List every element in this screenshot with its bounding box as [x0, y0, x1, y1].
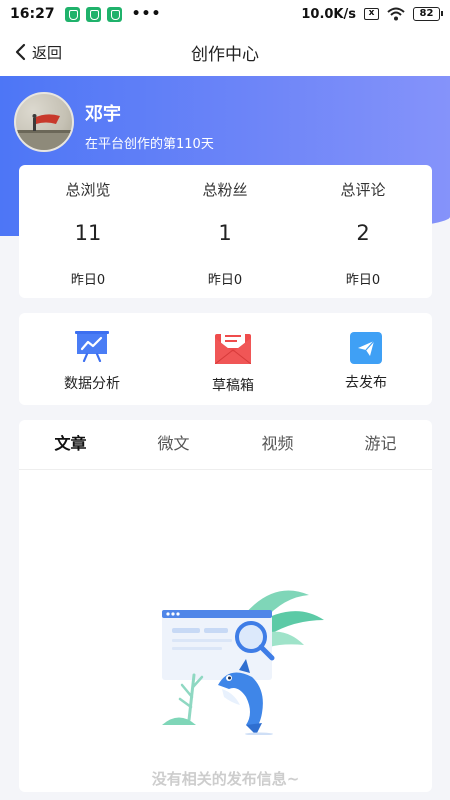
- empty-state-message: 没有相关的发布信息~: [151, 770, 300, 788]
- avatar[interactable]: [14, 92, 74, 152]
- network-speed: 10.0K/s: [301, 6, 356, 22]
- chart-board-icon: [75, 331, 109, 362]
- tab-videos[interactable]: 视频: [226, 430, 329, 454]
- shield-app-icon: [85, 6, 101, 22]
- tool-label: 数据分析: [64, 376, 120, 392]
- more-notifications-icon: •••: [131, 6, 162, 22]
- empty-state-illustration: [162, 590, 324, 735]
- stat-yesterday: 昨日0: [345, 273, 381, 288]
- user-name: 邓宇: [85, 104, 121, 125]
- content-card: 文章 微文 视频 游记 没有相关的发布信息~: [19, 420, 432, 792]
- tab-articles[interactable]: 文章: [19, 430, 122, 454]
- stat-yesterday: 昨日0: [207, 273, 243, 288]
- shield-app-icon: [64, 6, 80, 22]
- status-bar: 16:27 ••• 10.0K/s x 82: [0, 0, 450, 28]
- paper-plane-icon: [350, 332, 382, 364]
- drafts-button[interactable]: 草稿箱: [164, 313, 302, 405]
- stat-value: 2: [356, 221, 370, 245]
- shield-app-icon: [106, 6, 122, 22]
- tool-label: 去发布: [345, 375, 387, 391]
- stats-card: 总浏览 11 昨日0 总粉丝 1 昨日0 总评论 2 昨日0: [19, 165, 432, 298]
- tool-label: 草稿箱: [212, 378, 254, 394]
- publish-button[interactable]: 去发布: [297, 313, 435, 405]
- stat-total-views[interactable]: 总浏览 11 昨日0: [19, 165, 157, 298]
- tab-travelogues[interactable]: 游记: [329, 430, 432, 454]
- stat-label: 总浏览: [65, 181, 111, 199]
- battery-icon: 82: [413, 7, 443, 21]
- stat-value: 1: [218, 221, 232, 245]
- app-header: 返回 创作中心: [0, 28, 450, 76]
- page-title: 创作中心: [191, 44, 259, 65]
- tab-micro-posts[interactable]: 微文: [122, 430, 225, 454]
- stat-label: 总评论: [340, 181, 386, 199]
- sim-icon: x: [364, 8, 379, 20]
- envelope-icon: [215, 330, 251, 364]
- avatar-image: [16, 114, 72, 150]
- stat-total-comments[interactable]: 总评论 2 昨日0: [294, 165, 432, 298]
- tools-card: 数据分析 草稿箱 去发布: [19, 313, 432, 405]
- creation-days-text: 在平台创作的第110天: [85, 137, 214, 152]
- stat-yesterday: 昨日0: [70, 273, 106, 288]
- stat-value: 11: [74, 221, 102, 245]
- status-time: 16:27: [10, 6, 55, 22]
- data-analysis-button[interactable]: 数据分析: [23, 313, 161, 405]
- stat-total-fans[interactable]: 总粉丝 1 昨日0: [156, 165, 294, 298]
- stat-label: 总粉丝: [202, 181, 248, 199]
- back-button[interactable]: 返回: [14, 28, 62, 76]
- tab-divider: [19, 469, 432, 470]
- chevron-left-icon: [15, 43, 26, 61]
- back-label: 返回: [32, 43, 63, 62]
- wifi-icon: [387, 7, 405, 21]
